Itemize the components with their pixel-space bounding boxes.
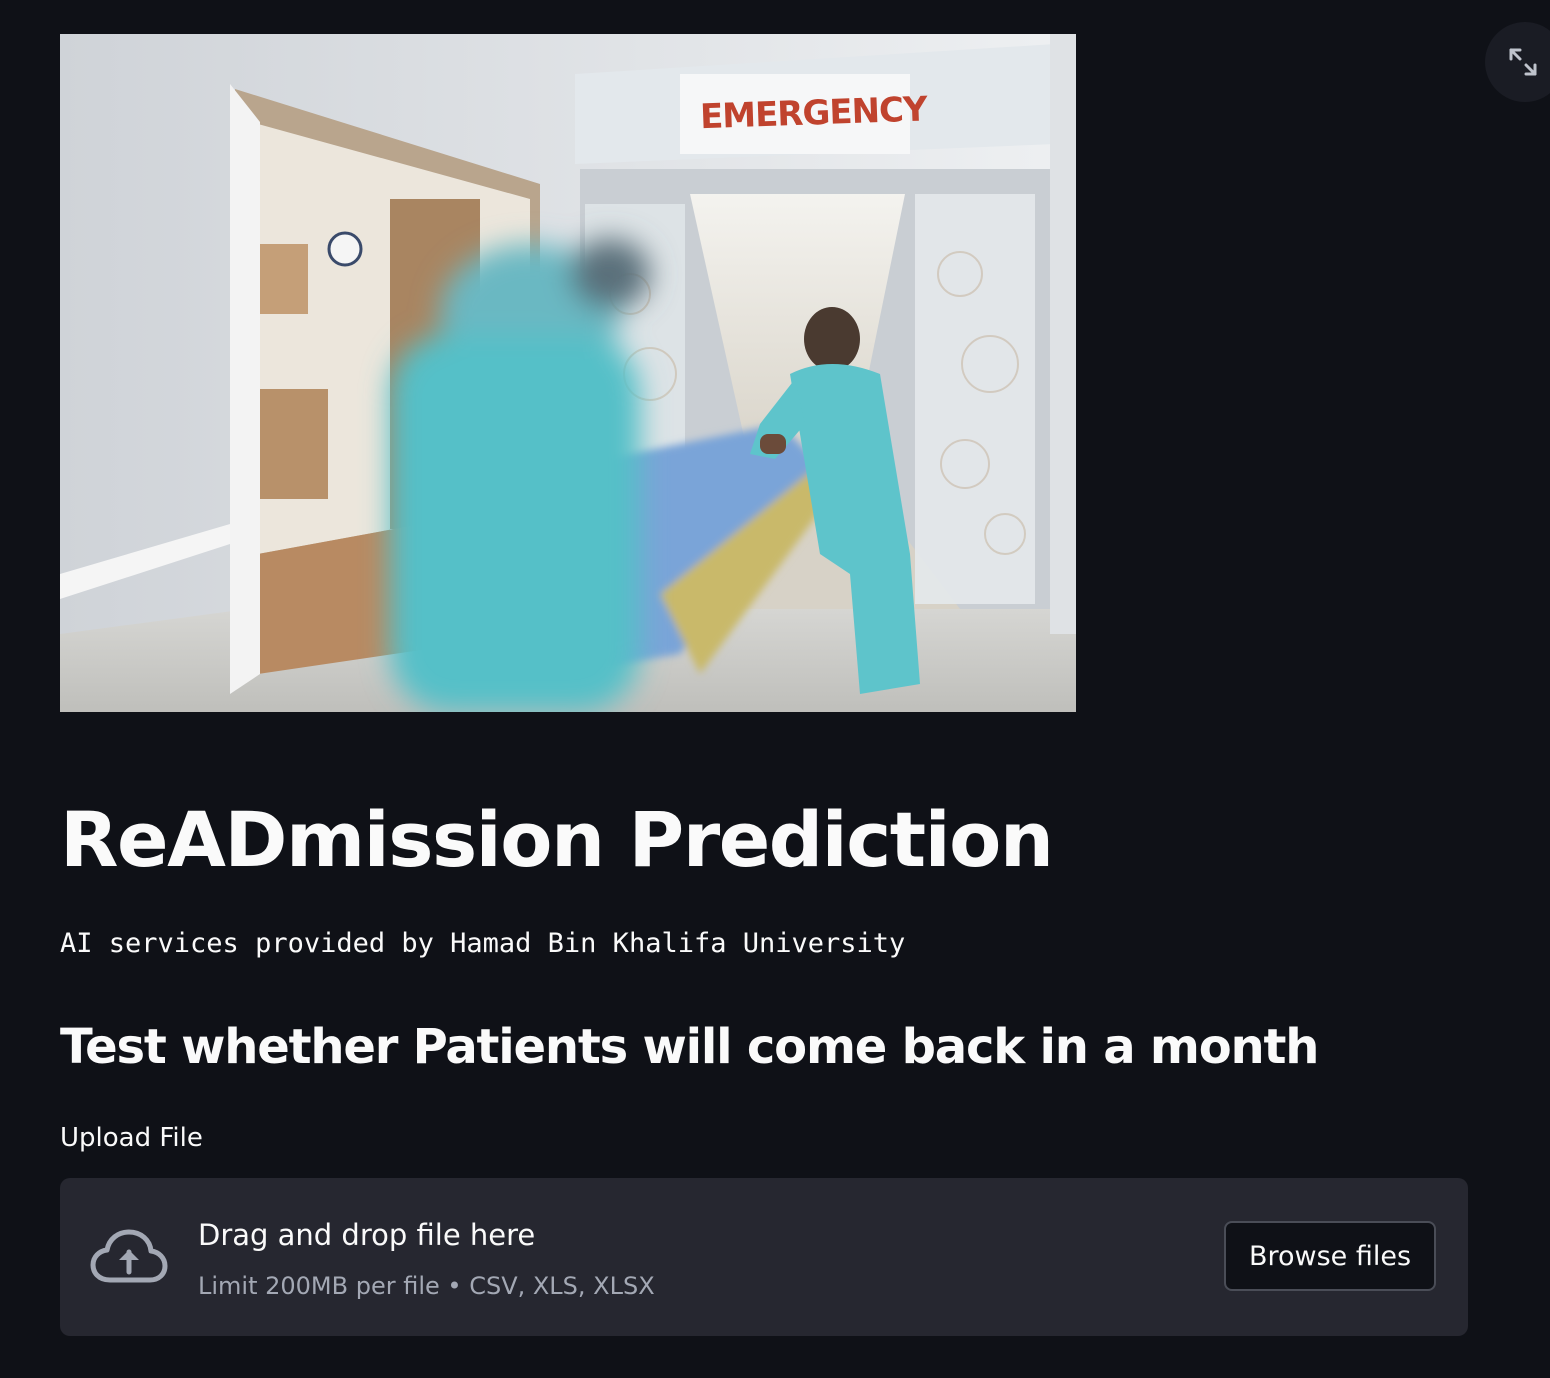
browse-files-button[interactable]: Browse files [1224,1221,1436,1291]
fullscreen-button[interactable] [1485,22,1550,102]
dropzone-instructions: Drag and drop file here [198,1218,536,1252]
hero-image: EMERGENCY [60,34,1076,712]
upload-label: Upload File [60,1123,203,1153]
dropzone-file-limits: Limit 200MB per file • CSV, XLS, XLSX [198,1272,655,1300]
fullscreen-expand-icon [1509,48,1537,76]
page-title: ReADmission Prediction [60,795,1054,884]
page-subtitle: AI services provided by Hamad Bin Khalif… [60,928,906,959]
hospital-corridor-illustration [60,34,1076,712]
emergency-sign-text: EMERGENCY [699,89,928,138]
section-heading: Test whether Patients will come back in … [60,1019,1319,1075]
file-dropzone[interactable]: Drag and drop file here Limit 200MB per … [60,1178,1468,1336]
cloud-upload-icon [90,1229,168,1283]
